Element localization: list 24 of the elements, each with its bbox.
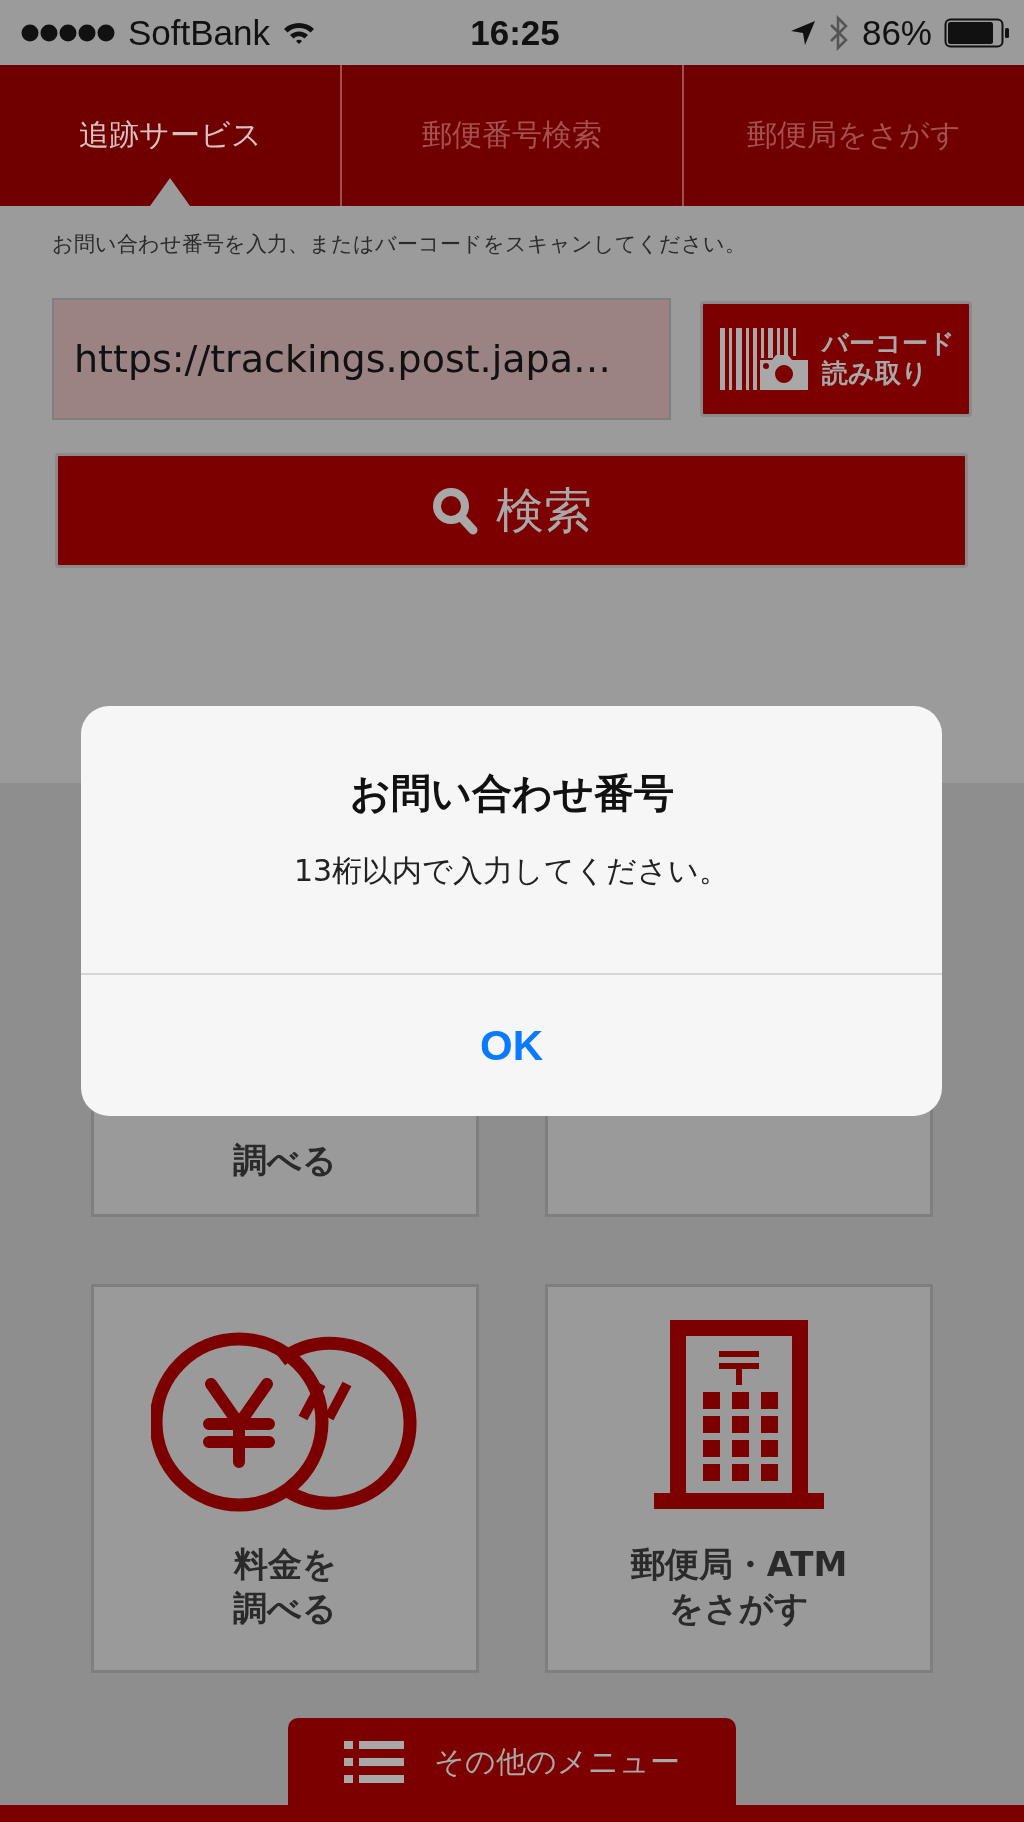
battery-icon: [944, 17, 1010, 48]
ok-button[interactable]: OK: [81, 975, 942, 1116]
menu-icon: [344, 1741, 404, 1783]
tracking-number-field[interactable]: https://trackings.post.japa…: [52, 298, 672, 420]
tile-label: 調べる: [233, 1586, 337, 1630]
search-button[interactable]: 検索: [55, 453, 968, 568]
search-icon: [431, 486, 478, 535]
tile-label: 郵便局・ATM: [630, 1542, 848, 1586]
barcode-scan-button[interactable]: バーコード 読み取り: [700, 301, 972, 417]
alert-title: お問い合わせ番号: [349, 769, 674, 818]
tile-label: 調べる: [233, 1139, 337, 1182]
signal-icon: [20, 22, 116, 43]
instruction-text: お問い合わせ番号を入力、またはバーコードをスキャンしてください。: [52, 231, 747, 258]
coins-icon: [151, 1331, 419, 1512]
tile-label: 料金を: [233, 1542, 337, 1586]
menu-tile[interactable]: 料金を 調べる: [91, 1284, 479, 1673]
tile-label: をさがす: [669, 1586, 809, 1630]
location-arrow-icon: [789, 19, 816, 46]
bluetooth-icon: [827, 14, 850, 51]
carrier-name: SoftBank: [128, 12, 271, 53]
clock-time: 16:25: [470, 12, 560, 53]
battery-percent: 86%: [861, 12, 932, 53]
alert-message: 13桁以内で入力してください。: [293, 852, 730, 890]
menu-tile[interactable]: 郵便局・ATM をさがす: [545, 1284, 933, 1673]
